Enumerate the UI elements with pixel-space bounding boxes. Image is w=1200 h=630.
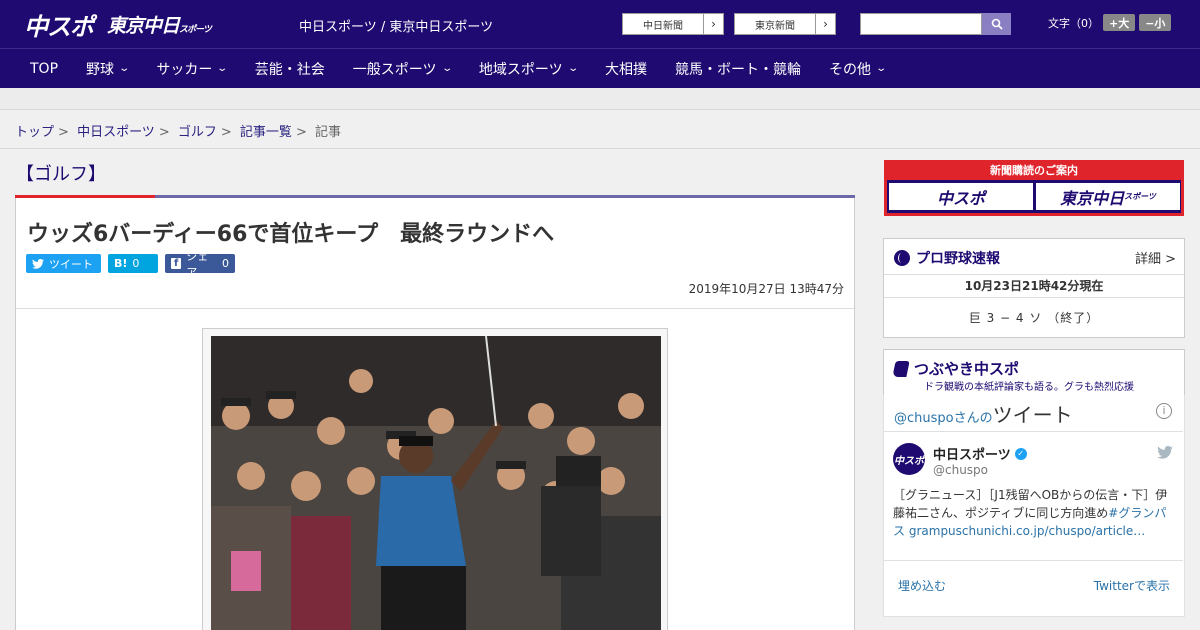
nav-sumo[interactable]: 大相撲 [591, 49, 661, 89]
nav-other[interactable]: その他 ⌄ [815, 49, 899, 89]
ad-tokyo-chunichi[interactable]: 東京中日 スポーツ [1036, 183, 1180, 210]
subscription-ad-title: 新聞購読のご案内 [990, 164, 1078, 177]
search-icon [991, 18, 1003, 30]
chevron-down-icon: ⌄ [118, 63, 131, 74]
ad-chuspo[interactable]: 中スポ [889, 183, 1033, 210]
breadcrumb-golf[interactable]: ゴルフ [178, 125, 217, 140]
spacer-band [0, 88, 1200, 110]
article-photo-frame [202, 328, 668, 630]
article-body: ウッズ6バーディー66で首位キープ 最終ラウンドへ ツイート B! 0 f シェ… [15, 198, 855, 630]
chevron-down-icon: ⌄ [875, 63, 888, 74]
hatena-bookmark-button[interactable]: B! 0 [108, 254, 158, 273]
article-photo[interactable] [211, 336, 661, 630]
baseball-title: プロ野球速報 [894, 248, 1000, 268]
megaphone-icon [892, 360, 910, 377]
font-size-label: 文字（0） [1048, 16, 1099, 30]
twitter-bird-icon [32, 258, 44, 269]
baseball-score[interactable]: 巨 3 − 4 ソ （終了） [884, 309, 1184, 326]
nav-soccer[interactable]: サッカー ⌄ [142, 49, 240, 89]
logo-chuspo: 中スポ [24, 12, 94, 41]
golfer-crowd-image [211, 336, 661, 630]
nav-local-sports[interactable]: 地域スポーツ ⌄ [465, 49, 591, 89]
chevron-down-icon: ⌄ [440, 63, 453, 74]
nav-entertainment[interactable]: 芸能・社会 [241, 49, 339, 89]
nav-baseball[interactable]: 野球 ⌄ [72, 49, 142, 89]
nav-racing[interactable]: 競馬・ボート・競輪 [661, 49, 815, 89]
chevron-down-icon: ⌄ [216, 63, 229, 74]
baseball-icon [894, 250, 910, 266]
tsubuyaki-title: つぶやき中スポ [892, 358, 1019, 379]
breadcrumb-top[interactable]: トップ [15, 125, 54, 140]
tweet-button[interactable]: ツイート [26, 254, 101, 273]
breadcrumb-chunichi-sports[interactable]: 中日スポーツ [77, 125, 155, 140]
tsubuyaki-subtitle: ドラ観戦の本紙評論家も語る。グラも熱烈応援 [924, 382, 1134, 393]
chevron-down-icon: ⌄ [566, 63, 579, 74]
facebook-icon: f [171, 258, 182, 269]
tokyo-shimbun-link[interactable]: 東京新聞 › [734, 13, 836, 35]
chevron-right-icon: › [703, 14, 723, 34]
font-smaller-button[interactable]: −小 [1139, 14, 1172, 31]
facebook-share-button[interactable]: f シェア 0 [165, 250, 235, 279]
breadcrumb-current: 記事 [314, 125, 341, 140]
chunichi-shimbun-link[interactable]: 中日新聞 › [622, 13, 724, 35]
logo-tokyo-chunichi: 東京中日スポーツ [107, 14, 212, 37]
site-logo[interactable]: 中スポ 東京中日スポーツ [24, 8, 212, 41]
baseball-scores-card: プロ野球速報 詳細 > 10月23日21時42分現在 巨 3 − 4 ソ （終了… [883, 238, 1185, 338]
font-larger-button[interactable]: +大 [1103, 14, 1136, 31]
search-box [860, 13, 1011, 35]
font-size-controls: 文字（0） +大 −小 [1048, 14, 1172, 31]
site-names: 中日スポーツ / 東京中日スポーツ [299, 20, 494, 35]
search-input[interactable] [860, 13, 982, 35]
search-button[interactable] [982, 13, 1011, 35]
nav-top[interactable]: TOP [0, 49, 72, 89]
top-header: 中スポ 東京中日スポーツ 中日スポーツ / 東京中日スポーツ 中日新聞 › 東京… [0, 0, 1200, 48]
article-date: 2019年10月27日 13時47分 [688, 282, 844, 296]
baseball-update-time: 10月23日21時42分現在 [884, 274, 1184, 298]
hatena-icon: B! [114, 257, 128, 270]
chevron-right-icon: › [815, 14, 835, 34]
twitter-timeline [883, 395, 1185, 617]
breadcrumb: トップ > 中日スポーツ > ゴルフ > 記事一覧 > 記事 [15, 125, 341, 140]
baseball-detail-link[interactable]: 詳細 > [1135, 248, 1176, 267]
breadcrumb-article-list[interactable]: 記事一覧 [240, 125, 292, 140]
article-category: 【ゴルフ】 [16, 164, 106, 185]
nav-general-sports[interactable]: 一般スポーツ ⌄ [339, 49, 465, 89]
article-headline: ウッズ6バーディー66で首位キープ 最終ラウンドへ [27, 222, 555, 247]
main-nav: TOP 野球 ⌄ サッカー ⌄ 芸能・社会 一般スポーツ ⌄ 地域スポーツ ⌄ 大相撲 … [0, 48, 1200, 88]
